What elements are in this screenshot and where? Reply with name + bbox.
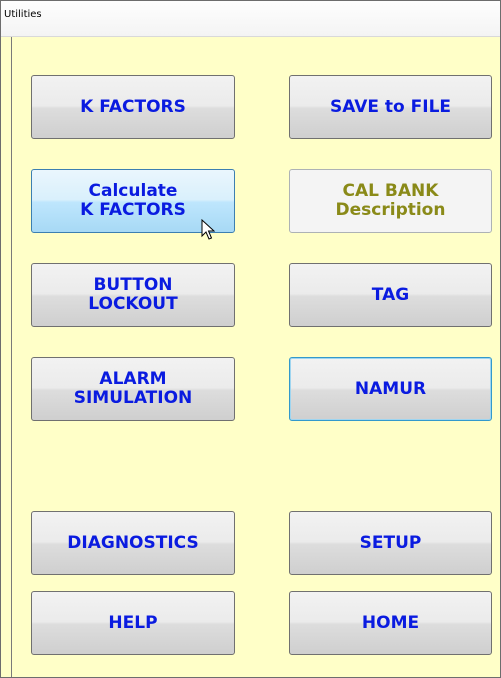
cal-bank-description-button[interactable]: CAL BANK Description — [289, 169, 492, 233]
alarm-simulation-button[interactable]: ALARM SIMULATION — [31, 357, 235, 421]
help-label: HELP — [108, 612, 158, 633]
calculate-k-factors-label-line2: K FACTORS — [80, 200, 186, 220]
save-to-file-button[interactable]: SAVE to FILE — [289, 75, 492, 139]
alarm-simulation-label-line2: SIMULATION — [73, 388, 193, 408]
button-lockout-label-line1: BUTTON — [93, 275, 173, 295]
diagnostics-button[interactable]: DIAGNOSTICS — [31, 511, 235, 575]
k-factors-button[interactable]: K FACTORS — [31, 75, 235, 139]
cal-bank-description-label-line2: Description — [335, 200, 446, 220]
button-lockout-button[interactable]: BUTTON LOCKOUT — [31, 263, 235, 327]
alarm-simulation-label-line1: ALARM — [99, 369, 167, 389]
window-title: Utilities — [4, 9, 42, 20]
cal-bank-description-label-line1: CAL BANK — [342, 181, 439, 201]
title-bar[interactable]: Utilities — [1, 1, 500, 37]
help-button[interactable]: HELP — [31, 591, 235, 655]
button-lockout-label-line2: LOCKOUT — [88, 294, 178, 314]
mouse-pointer-icon — [201, 219, 215, 240]
k-factors-label: K FACTORS — [80, 96, 186, 117]
save-to-file-label: SAVE to FILE — [329, 96, 452, 117]
button-panel: K FACTORS SAVE to FILE Calculate K FACTO… — [11, 37, 500, 677]
namur-button[interactable]: NAMUR — [289, 357, 492, 421]
home-label: HOME — [361, 612, 420, 633]
namur-label: NAMUR — [354, 378, 427, 399]
diagnostics-label: DIAGNOSTICS — [67, 532, 199, 553]
calculate-k-factors-label-line1: Calculate — [88, 181, 178, 201]
utilities-window: Utilities K FACTORS SAVE to FILE Calcula… — [0, 0, 501, 678]
home-button[interactable]: HOME — [289, 591, 492, 655]
setup-label: SETUP — [359, 532, 422, 553]
tag-label: TAG — [371, 284, 410, 305]
tag-button[interactable]: TAG — [289, 263, 492, 327]
setup-button[interactable]: SETUP — [289, 511, 492, 575]
